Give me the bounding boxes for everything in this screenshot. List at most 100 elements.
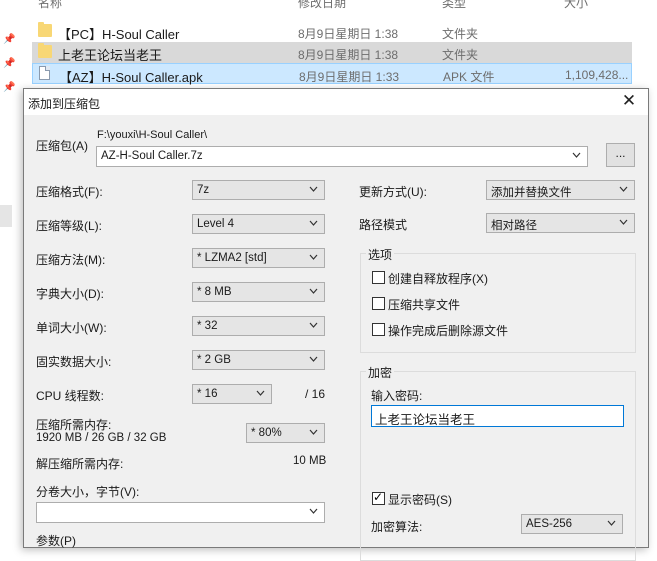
column-size[interactable]: 大小: [564, 0, 588, 11]
chevron-down-icon: [309, 254, 318, 260]
mem-decomp-label: 解压缩所需内存:: [36, 457, 124, 471]
update-label: 更新方式(U):: [359, 185, 427, 199]
password-input[interactable]: 上老王论坛当老王: [371, 405, 624, 427]
word-combo[interactable]: * 32: [192, 316, 325, 336]
encrypt-method-combo[interactable]: AES-256: [521, 514, 623, 534]
threads-label: CPU 线程数:: [36, 389, 105, 403]
archive-path: F:\youxi\H-Soul Caller\: [97, 129, 208, 141]
close-icon[interactable]: ✕: [620, 92, 638, 110]
split-label: 分卷大小，字节(V):: [36, 485, 140, 499]
chevron-down-icon: [572, 152, 581, 158]
chevron-down-icon: [309, 288, 318, 294]
path-mode-label: 路径模式: [359, 218, 408, 232]
folder-icon: [38, 22, 52, 37]
pin-icon: 📌: [3, 58, 16, 69]
method-combo[interactable]: * LZMA2 [std]: [192, 248, 325, 268]
file-date: 8月9日星期日 1:38: [298, 27, 399, 41]
dict-label: 字典大小(D):: [36, 287, 104, 301]
folder-icon: [38, 43, 52, 58]
dialog-title: 添加到压缩包: [28, 97, 101, 111]
chevron-down-icon: [256, 390, 265, 396]
path-mode-combo[interactable]: 相对路径: [486, 213, 635, 233]
encrypt-method-value: AES-256: [526, 518, 573, 530]
level-value: Level 4: [197, 218, 235, 230]
mem-comp-value: 1920 MB / 26 GB / 32 GB: [36, 432, 167, 444]
format-value: 7z: [197, 184, 210, 196]
word-label: 单词大小(W):: [36, 321, 107, 335]
path-mode-value: 相对路径: [491, 220, 537, 232]
archive-name-value: AZ-H-Soul Caller.7z: [101, 150, 203, 162]
add-to-archive-dialog: 添加到压缩包 ✕ 压缩包(A) F:\youxi\H-Soul Caller\ …: [23, 88, 649, 561]
chevron-down-icon: [309, 322, 318, 328]
sfx-checkbox[interactable]: [372, 271, 385, 284]
threads-max: / 16: [305, 387, 326, 401]
mem-decomp-value: 10 MB: [293, 455, 327, 467]
chevron-down-icon: [309, 356, 318, 362]
password-value: 上老王论坛当老王: [375, 413, 476, 427]
pin-icon: 📌: [3, 82, 16, 93]
chevron-down-icon: [619, 186, 628, 192]
file-date: 8月9日星期日 1:33: [299, 70, 400, 84]
chevron-down-icon: [309, 508, 318, 514]
dialog-titlebar: 添加到压缩包 ✕: [24, 89, 648, 115]
mem-percent-value: * 80%: [251, 427, 282, 439]
nav-scroll-marker: [0, 205, 12, 227]
solid-value: * 2 GB: [197, 354, 231, 366]
dict-combo[interactable]: * 8 MB: [192, 282, 325, 302]
split-size-combo[interactable]: [36, 502, 325, 523]
dict-value: * 8 MB: [197, 286, 232, 298]
shared-files-label: 压缩共享文件: [388, 298, 461, 312]
file-type: 文件夹: [442, 48, 479, 62]
options-title: 选项: [366, 246, 395, 263]
show-password-label: 显示密码(S): [388, 493, 452, 507]
level-combo[interactable]: Level 4: [192, 214, 325, 234]
sfx-label: 创建自释放程序(X): [388, 272, 488, 286]
update-value: 添加并替换文件: [491, 187, 572, 199]
file-name: 【PC】H-Soul Caller: [58, 27, 180, 42]
file-name: 上老王论坛当老王: [58, 48, 163, 63]
method-label: 压缩方法(M):: [36, 253, 106, 267]
archive-name-combo[interactable]: AZ-H-Soul Caller.7z: [96, 146, 588, 167]
file-type: 文件夹: [442, 27, 479, 41]
delete-after-label: 操作完成后删除源文件: [388, 324, 509, 338]
chevron-down-icon: [619, 219, 628, 225]
file-row[interactable]: 上老王论坛当老王 8月9日星期日 1:38 文件夹: [32, 42, 632, 63]
params-label: 参数(P): [36, 534, 76, 548]
solid-combo[interactable]: * 2 GB: [192, 350, 325, 370]
threads-combo[interactable]: * 16: [192, 384, 272, 404]
column-date[interactable]: 修改日期: [298, 0, 346, 11]
method-value: * LZMA2 [std]: [197, 252, 267, 264]
column-type[interactable]: 类型: [442, 0, 466, 11]
apk-file-icon: [39, 66, 50, 80]
file-date: 8月9日星期日 1:38: [298, 48, 399, 62]
shared-files-checkbox[interactable]: [372, 297, 385, 310]
mem-percent-combo[interactable]: * 80%: [246, 423, 325, 443]
pin-icon: 📌: [3, 34, 16, 45]
solid-label: 固实数据大小:: [36, 355, 112, 369]
format-label: 压缩格式(F):: [36, 185, 103, 199]
browse-button[interactable]: ...: [606, 143, 635, 167]
archive-label: 压缩包(A): [36, 139, 88, 153]
file-row[interactable]: 【PC】H-Soul Caller 8月9日星期日 1:38 文件夹: [32, 21, 632, 42]
file-name: 【AZ】H-Soul Caller.apk: [59, 70, 203, 85]
show-password-checkbox[interactable]: [372, 490, 385, 505]
file-size: 1,109,428...: [565, 68, 629, 82]
mem-comp-label: 压缩所需内存:: [36, 418, 112, 432]
encryption-title: 加密: [366, 364, 395, 381]
update-combo[interactable]: 添加并替换文件: [486, 180, 635, 200]
column-header: 名称 修改日期 类型 大小: [0, 0, 657, 11]
chevron-down-icon: [309, 186, 318, 192]
chevron-down-icon: [309, 220, 318, 226]
word-value: * 32: [197, 320, 218, 332]
level-label: 压缩等级(L):: [36, 219, 103, 233]
chevron-down-icon: [607, 520, 616, 526]
file-row-selected[interactable]: 【AZ】H-Soul Caller.apk 8月9日星期日 1:33 APK 文…: [32, 63, 632, 85]
chevron-down-icon: [309, 429, 318, 435]
format-combo[interactable]: 7z: [192, 180, 325, 200]
password-label: 输入密码:: [371, 389, 423, 403]
delete-after-checkbox[interactable]: [372, 323, 385, 336]
encrypt-method-label: 加密算法:: [371, 520, 423, 534]
file-type: APK 文件: [443, 70, 495, 84]
threads-value: * 16: [197, 388, 218, 400]
column-name[interactable]: 名称: [38, 0, 62, 11]
